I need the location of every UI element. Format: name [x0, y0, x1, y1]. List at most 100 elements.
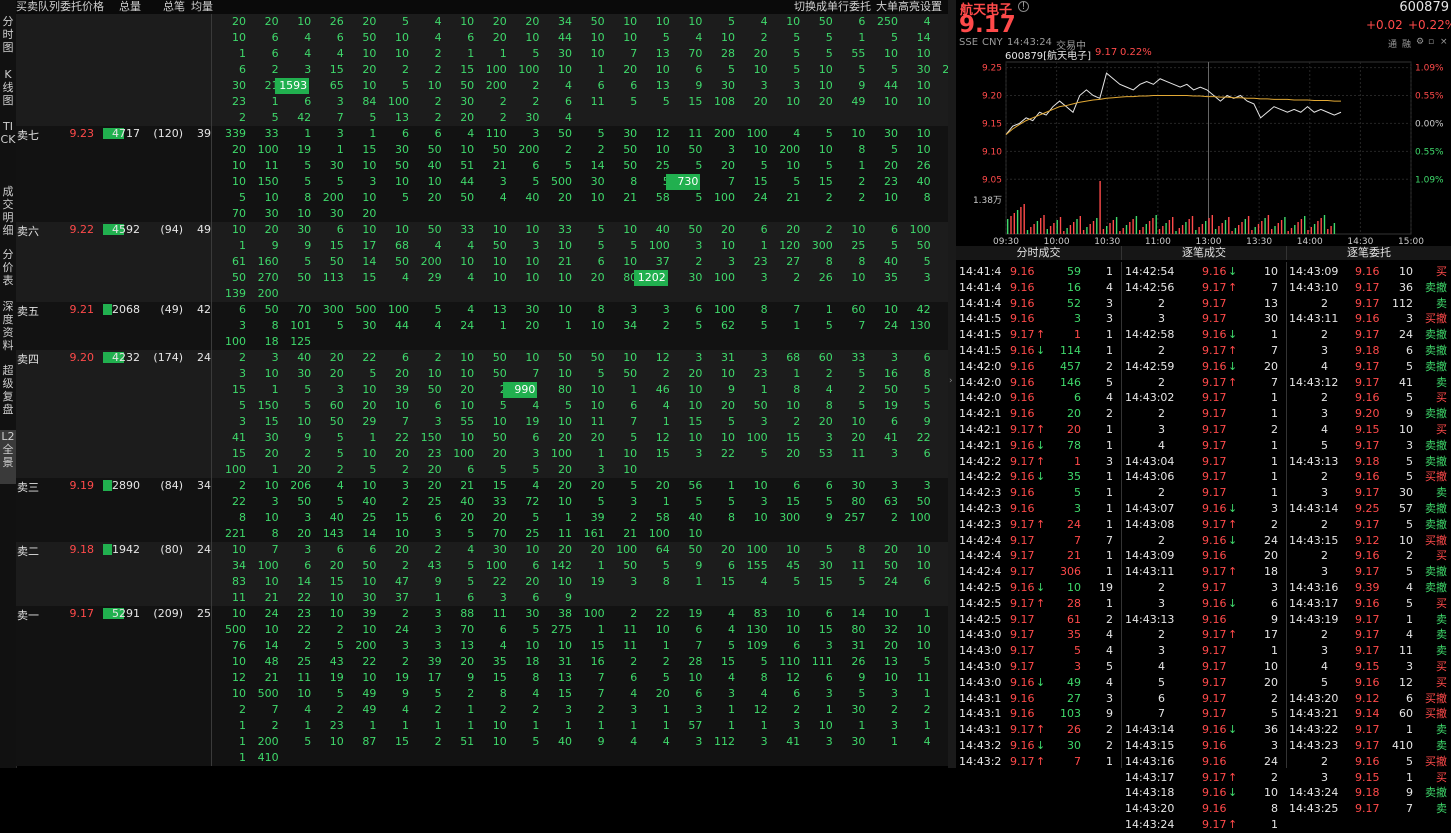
order-qty-cell: 3 [239, 367, 246, 380]
order-qty-cell: 100 [583, 607, 605, 620]
order-price: 9.39 [1355, 581, 1380, 594]
order-qty-cell: 10 [232, 175, 246, 188]
stock-code: 600879 [1399, 0, 1449, 15]
volume-bar [1178, 228, 1180, 234]
trade-volume: 1 [1271, 407, 1278, 421]
order-time: 3 [1321, 344, 1328, 357]
order-qty-cell: 5 [467, 559, 475, 572]
order-type: 买 [1436, 265, 1447, 278]
order-qty-cell: 11 [851, 559, 866, 572]
trade-count: 1 [1106, 502, 1113, 515]
order-qty-cell: 20 [884, 159, 898, 172]
trade-volume: 1 [1271, 486, 1278, 500]
order-qty-cell: 28 [721, 47, 735, 60]
trade-price: 9.16 [1202, 612, 1227, 626]
order-qty-cell: 25 [655, 159, 670, 172]
order-qty-cell: 100 [257, 559, 279, 572]
order-qty-cell: 11 [851, 447, 866, 460]
side-tab-7[interactable]: L2全景 [0, 430, 16, 484]
order-qty-cell: 5 [369, 111, 377, 124]
order-qty-cell: 1 [760, 239, 768, 252]
panel-divider[interactable]: › [948, 0, 956, 768]
switch-single-row-button[interactable]: 切换成单行委托 [794, 0, 871, 14]
order-qty-cell: 110 [485, 127, 507, 140]
trade-price: 9.17 [1010, 454, 1035, 468]
order-qty-cell: 51 [460, 159, 475, 172]
list-item: 14:43:14 9.16 ↓ 36 [1122, 722, 1286, 738]
order-qty-cell: 3 [760, 735, 768, 748]
order-qty-cell: 5 [825, 127, 833, 140]
order-qty-cell: 24 [460, 319, 475, 332]
order-qty-cell: 19 [525, 415, 540, 428]
level-price: 9.20 [69, 351, 95, 364]
side-tab-0[interactable]: 分时图 [0, 15, 16, 61]
trade-time: 14:42:58 [1125, 328, 1175, 342]
order-qty-cell: 14 [916, 31, 931, 44]
weituo-list[interactable]: 14:43:09 9.16 10 买 14:43:10 9.17 36 卖撤 2 9.17 112 卖… [1287, 262, 1451, 815]
list-item: 14:43:10 9.17 36 卖撤 [1287, 280, 1451, 296]
order-qty-cell: 1 [304, 127, 312, 140]
order-type: 买撤 [1425, 312, 1447, 326]
large-order-highlight-settings-button[interactable]: 大单高亮设置 [876, 0, 942, 14]
side-tab-4[interactable]: 分价表 [0, 248, 16, 292]
list-item: 14:42:0 9.16 6 4 [956, 390, 1121, 406]
order-time: 14:43:21 [1289, 707, 1339, 721]
level-name: 卖二 [17, 545, 39, 558]
volume-bar [1181, 225, 1184, 234]
order-qty-cell: 40 [884, 255, 898, 268]
zhubi-list[interactable]: 14:42:54 9.16 ↓ 10 14:42:56 9.17 ↑ 7 2 9.17 13 3 9.1… [1122, 262, 1287, 831]
order-qty-cell: 61 [232, 255, 246, 268]
list-item: 14:42:1 9.17 ↑ 20 1 [956, 422, 1121, 438]
order-qty-cell: 3 [891, 479, 898, 492]
order-qty-cell: 4 [467, 543, 475, 556]
order-qty-cell: 3 [760, 351, 768, 364]
fenshi-list[interactable]: 14:41:4 9.16 59 1 14:41:4 9.16 16 4 14:41:4 9.16 5… [956, 262, 1122, 768]
order-qty-cell: 23 [232, 95, 246, 108]
order-qty-cell: 5 [662, 31, 670, 44]
y-tick-right: 1.09% [1415, 64, 1444, 74]
order-qty-cell: 20 [362, 399, 377, 412]
order-qty-cell: 10 [525, 543, 540, 556]
order-qty-cell: 1 [662, 495, 670, 508]
side-tab-1[interactable]: K线图 [0, 68, 16, 114]
order-time: 2 [1321, 549, 1328, 563]
order-qty-cell: 1 [923, 687, 931, 700]
order-qty-cell: 6 [271, 47, 279, 60]
panel-title-weituo[interactable]: 逐笔委托 [1287, 246, 1451, 260]
trade-time: 2 [1158, 296, 1165, 310]
order-qty-cell: 21 [264, 671, 279, 684]
order-qty-cell: 6 [304, 95, 312, 108]
side-tab-6[interactable]: 超级复盘 [0, 364, 16, 420]
arrow-down-icon: ↓ [1228, 328, 1238, 342]
order-qty-cell: 24 [395, 623, 409, 636]
order-qty-cell: 4 [662, 399, 670, 412]
order-qty-cell: 12 [232, 671, 246, 684]
info-icon[interactable]: ! [1018, 1, 1029, 12]
order-qty-cell: 50 [460, 79, 475, 92]
order-qty-cell: 70 [232, 207, 246, 220]
order-qty-cell: 50 [492, 431, 507, 444]
order-qty-cell: 10 [558, 239, 572, 252]
arrow-up-icon: ↑ [1228, 565, 1238, 579]
order-qty-cell: 10 [655, 15, 670, 28]
collapse-arrow-icon[interactable]: › [949, 376, 953, 386]
x-tick: 15:00 [1398, 237, 1424, 246]
order-qty-cell: 108 [714, 95, 735, 108]
order-qty-cell: 990 [503, 382, 538, 398]
order-qty-cell: 5 [760, 447, 768, 460]
order-qty-cell: 1 [271, 383, 279, 396]
order-qty-cell: 5 [336, 495, 344, 508]
order-row: 23402022621050105050101233136860333615 [212, 350, 963, 366]
side-tab-5[interactable]: 深度资料 [0, 300, 16, 356]
trade-count: 7 [1106, 533, 1113, 547]
order-qty-cell: 10 [818, 719, 833, 732]
side-tab-3[interactable]: 成交明细 [0, 185, 16, 241]
order-time: 14:43:16 [1289, 581, 1339, 594]
panel-title-fenshi[interactable]: 分时成交 [956, 246, 1122, 260]
panel-title-zhubi[interactable]: 逐笔成交 [1122, 246, 1287, 260]
trade-volume: 114 [1060, 344, 1081, 357]
side-tab-2[interactable]: TICK [0, 120, 16, 178]
order-qty-cell: 20 [558, 463, 572, 476]
order-qty-cell: 1 [532, 719, 540, 732]
intraday-chart[interactable]: 600879[航天电子] 9.17 0.22% 9.25 9.20 9.15 9.10… [956, 46, 1451, 246]
